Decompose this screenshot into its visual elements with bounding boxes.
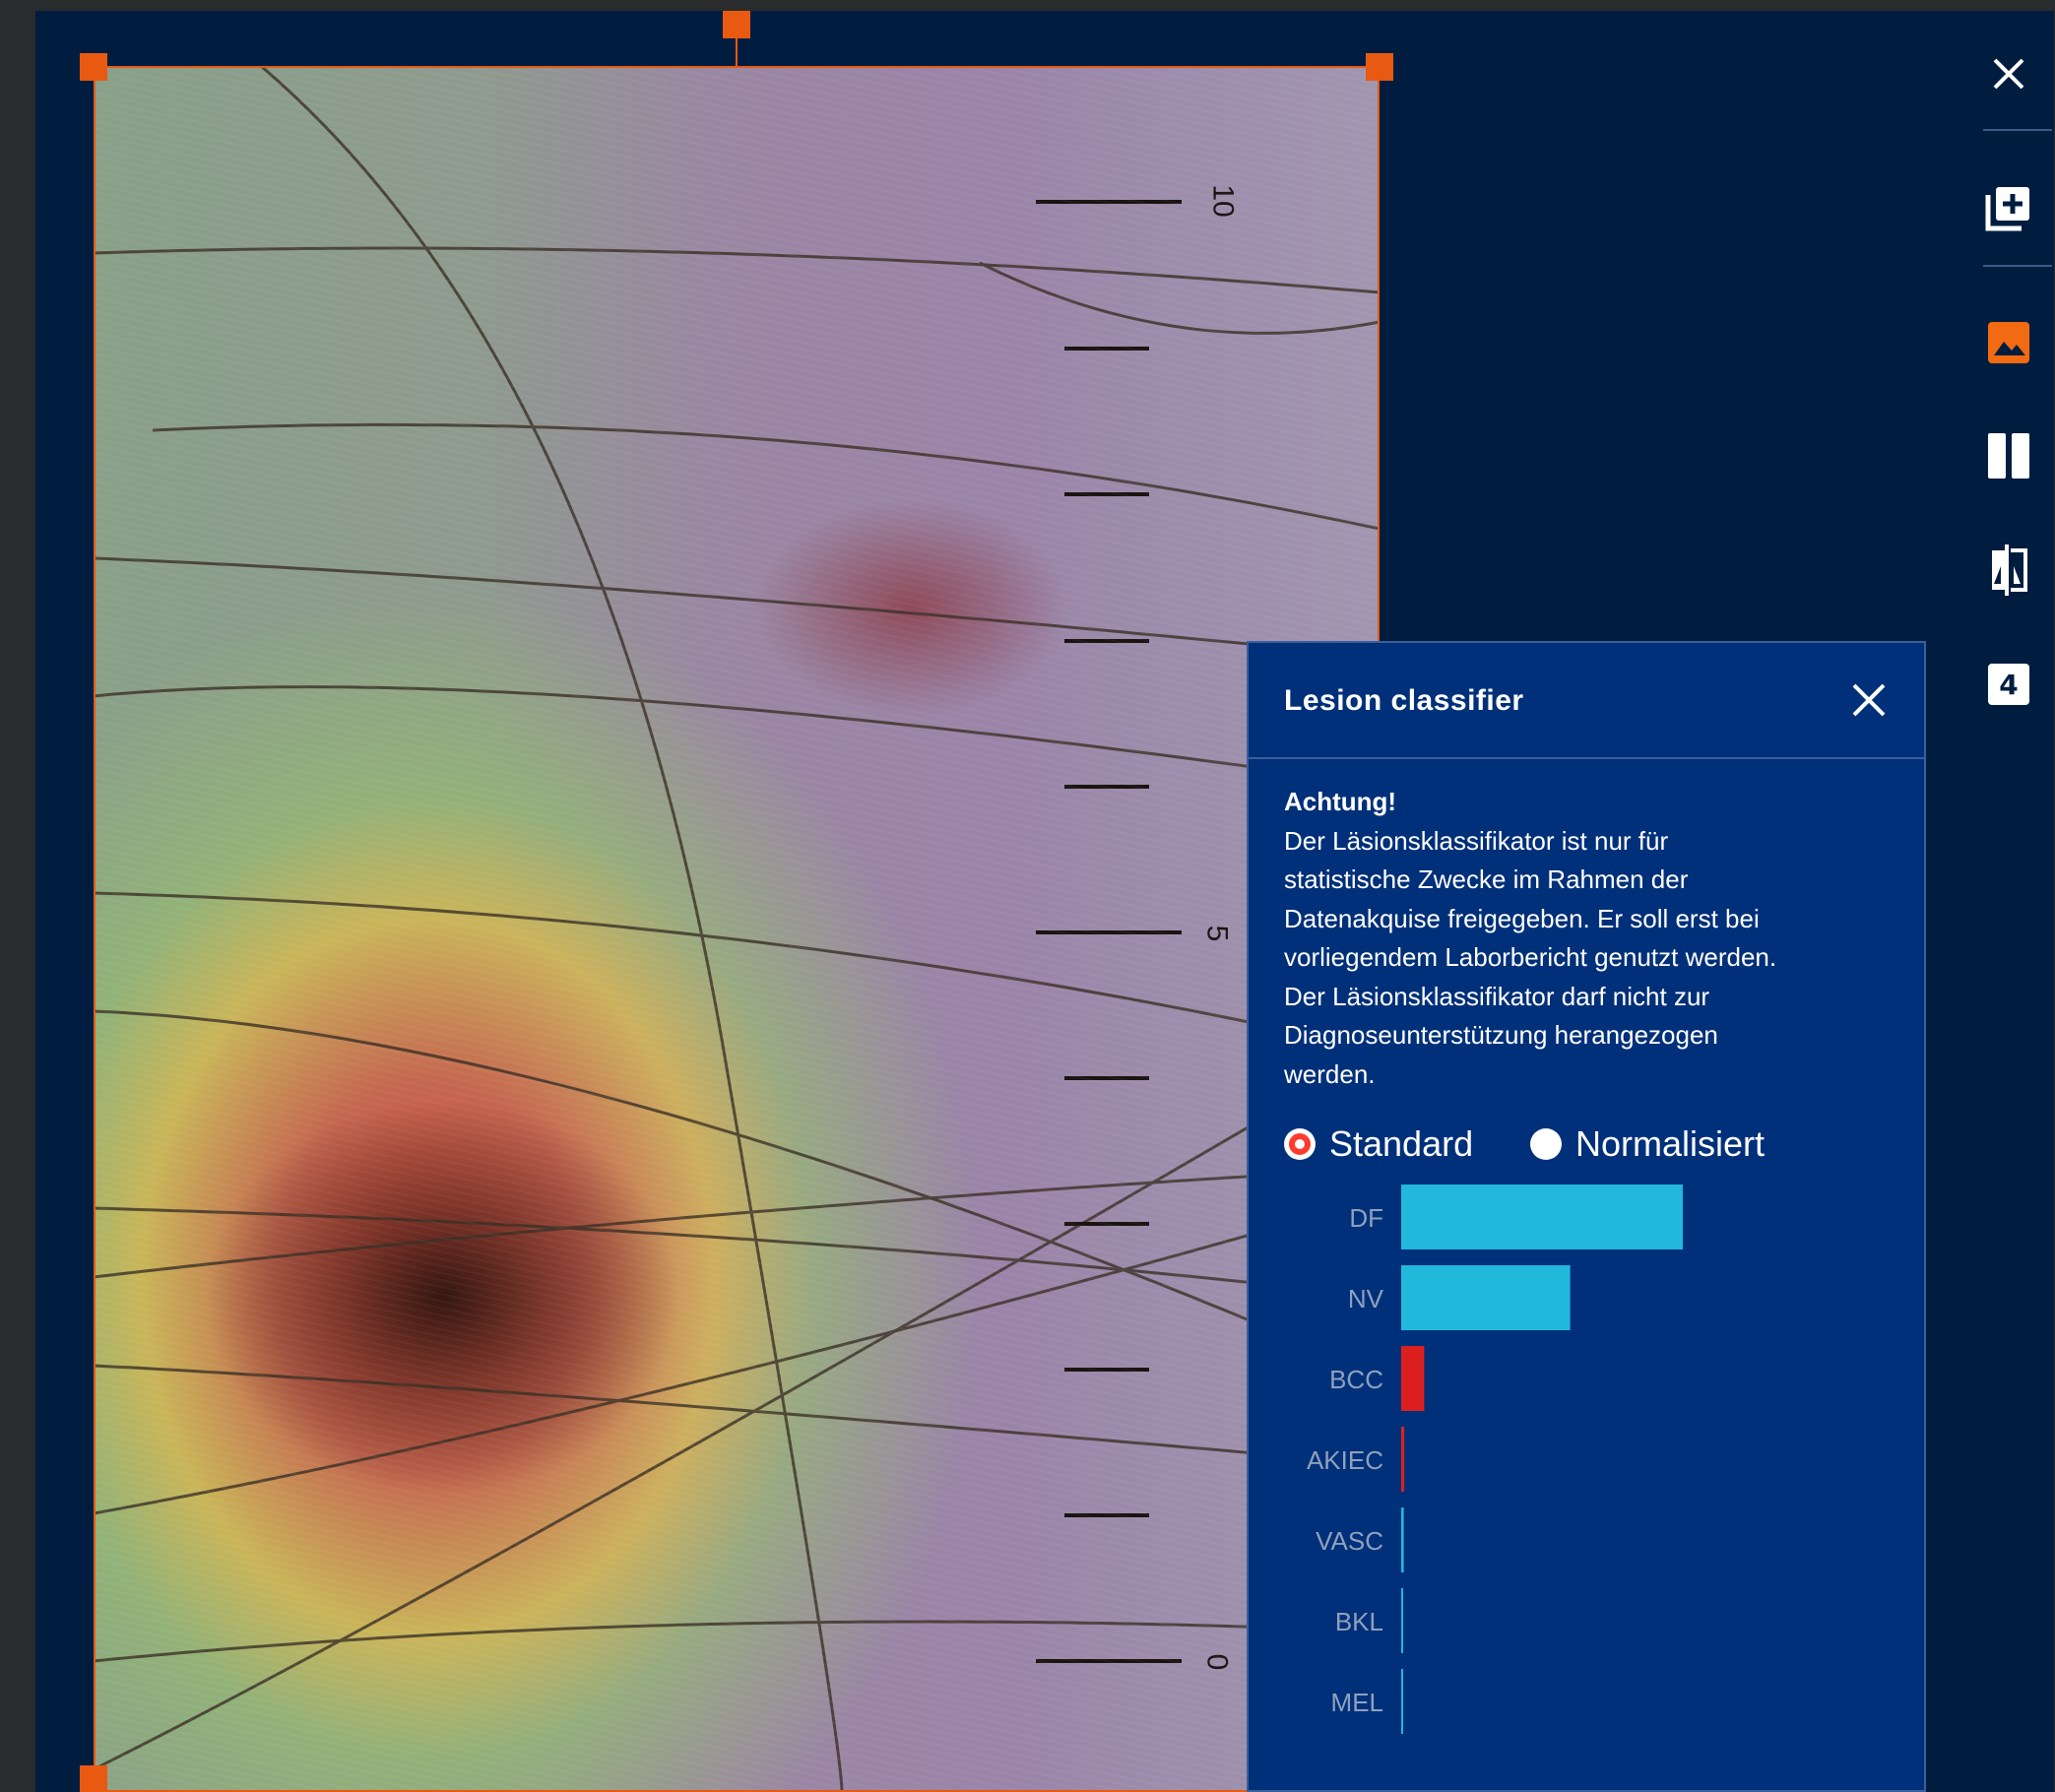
radio-normalisiert-indicator[interactable] bbox=[1530, 1128, 1562, 1160]
lesion-classifier-panel: Lesion classifier Achtung! Der Läsionskl… bbox=[1247, 641, 1926, 1792]
warning-line: Datenakquise freigegeben. Er soll erst b… bbox=[1284, 903, 1760, 933]
hair-strands bbox=[94, 66, 1380, 1792]
radio-standard[interactable]: Standard bbox=[1284, 1123, 1473, 1165]
warning-line: werden. bbox=[1284, 1058, 1376, 1089]
warning-text: Achtung! Der Läsionsklassifikator ist nu… bbox=[1284, 783, 1914, 1094]
resize-handle-top-left[interactable] bbox=[80, 53, 107, 81]
radio-standard-label[interactable]: Standard bbox=[1329, 1123, 1473, 1165]
bar-label-nv: NV bbox=[1348, 1284, 1384, 1313]
panel-title: Lesion classifier bbox=[1284, 684, 1524, 717]
dermoscopy-image-with-heatmap[interactable]: 10 5 0 bbox=[94, 66, 1380, 1792]
warning-line: statistische Zwecke im Rahmen der bbox=[1284, 864, 1689, 894]
four-view-label: 4 bbox=[1999, 669, 2018, 701]
bar-bkl bbox=[1401, 1588, 1403, 1653]
bar-bcc bbox=[1401, 1346, 1425, 1411]
warning-line: Der Läsionsklassifikator ist nur für bbox=[1284, 825, 1669, 856]
warning-line: Diagnoseunterstützung herangezogen bbox=[1284, 1020, 1718, 1050]
ruler-label-0: 0 bbox=[1200, 1653, 1234, 1671]
bar-akiec bbox=[1401, 1427, 1405, 1492]
bar-label-akiec: AKIEC bbox=[1307, 1445, 1383, 1475]
close-icon[interactable] bbox=[1979, 44, 2038, 103]
close-panel-button[interactable] bbox=[1841, 672, 1896, 728]
rotate-handle[interactable] bbox=[723, 11, 750, 38]
resize-handle-bottom-left[interactable] bbox=[80, 1765, 107, 1792]
bar-label-mel: MEL bbox=[1331, 1688, 1383, 1717]
toolbar-divider bbox=[1983, 129, 2052, 131]
toolbar-divider bbox=[1983, 265, 2052, 267]
ruler-label-10: 10 bbox=[1206, 184, 1240, 218]
bar-label-df: DF bbox=[1349, 1203, 1383, 1233]
ruler-label-5: 5 bbox=[1200, 925, 1234, 942]
radio-normalisiert[interactable]: Normalisiert bbox=[1530, 1123, 1765, 1165]
panel-header: Lesion classifier bbox=[1249, 643, 1924, 759]
bar-df bbox=[1401, 1184, 1683, 1249]
bar-label-vasc: VASC bbox=[1316, 1526, 1383, 1556]
bar-label-bcc: BCC bbox=[1329, 1365, 1383, 1394]
bar-mel bbox=[1401, 1669, 1403, 1734]
radio-normalisiert-label[interactable]: Normalisiert bbox=[1575, 1123, 1765, 1165]
chart-svg: DF NV BCC AKIEC VASC BKL MEL bbox=[1307, 1184, 1683, 1734]
image-icon[interactable] bbox=[1979, 313, 2038, 372]
warning-line: Der Läsionsklassifikator darf nicht zur bbox=[1284, 981, 1710, 1011]
four-view-icon[interactable]: 4 bbox=[1979, 655, 2038, 714]
add-image-icon[interactable] bbox=[1979, 178, 2038, 237]
bar-label-bkl: BKL bbox=[1335, 1607, 1383, 1636]
warning-title: Achtung! bbox=[1284, 787, 1397, 816]
bar-vasc bbox=[1401, 1507, 1404, 1572]
radio-standard-indicator[interactable] bbox=[1284, 1128, 1316, 1160]
compare-icon[interactable] bbox=[1979, 541, 2038, 600]
split-view-icon[interactable] bbox=[1979, 426, 2038, 485]
bar-nv bbox=[1401, 1265, 1571, 1330]
ruler-scale bbox=[1036, 200, 1182, 1663]
warning-line: vorliegendem Laborbericht genutzt werden… bbox=[1284, 942, 1777, 972]
close-icon bbox=[1852, 683, 1886, 717]
right-toolbar: 4 bbox=[1963, 11, 2054, 1792]
resize-handle-top-right[interactable] bbox=[1366, 53, 1393, 81]
